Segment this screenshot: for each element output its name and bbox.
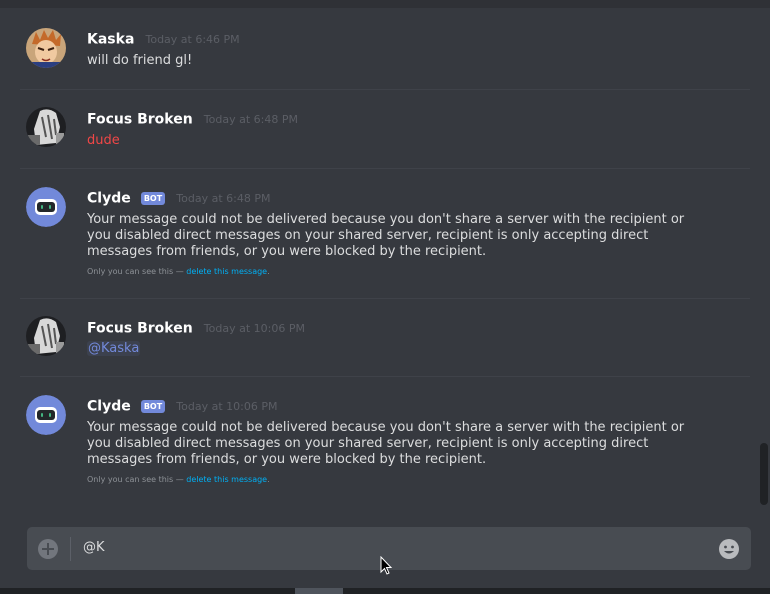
avatar[interactable] bbox=[26, 107, 66, 147]
clyde-avatar-icon bbox=[26, 395, 66, 435]
top-strip bbox=[0, 0, 770, 8]
message-group: Clyde BOT Today at 10:06 PM Your message… bbox=[20, 376, 750, 507]
message-text: @Kaska bbox=[87, 341, 707, 357]
ephemeral-period: . bbox=[267, 475, 270, 484]
ephemeral-label: Only you can see this — bbox=[87, 267, 187, 276]
avatar[interactable] bbox=[26, 28, 66, 68]
message-text: dude bbox=[87, 133, 120, 148]
message-group: Focus Broken Today at 10:06 PM @Kaska bbox=[20, 298, 750, 377]
username[interactable]: Clyde bbox=[87, 399, 131, 415]
clyde-avatar-icon bbox=[26, 187, 66, 227]
timestamp: Today at 6:48 PM bbox=[203, 113, 298, 126]
delete-message-link[interactable]: delete this message bbox=[186, 267, 267, 276]
username[interactable]: Clyde bbox=[87, 191, 131, 207]
scrollbar-thumb[interactable] bbox=[760, 443, 768, 505]
bot-tag: BOT bbox=[140, 192, 166, 205]
message-header: Focus Broken Today at 6:48 PM bbox=[87, 109, 298, 129]
horizontal-scrollbar[interactable] bbox=[0, 588, 770, 594]
message-header: Clyde BOT Today at 10:06 PM bbox=[87, 396, 277, 416]
scrollbar[interactable] bbox=[760, 0, 768, 510]
horizontal-scrollbar-thumb[interactable] bbox=[295, 588, 343, 594]
plus-circle-icon[interactable] bbox=[38, 539, 58, 559]
smiley-icon[interactable] bbox=[718, 538, 740, 560]
message-body: Your message could not be delivered beca… bbox=[87, 212, 707, 278]
timestamp: Today at 10:06 PM bbox=[176, 400, 278, 413]
bot-tag: BOT bbox=[140, 400, 166, 413]
chat-window: Kaska Today at 6:46 PM will do friend gl… bbox=[0, 0, 770, 594]
timestamp: Today at 6:46 PM bbox=[145, 33, 240, 46]
timestamp: Today at 6:48 PM bbox=[176, 192, 271, 205]
username[interactable]: Focus Broken bbox=[87, 112, 193, 128]
message-input[interactable]: @K bbox=[83, 540, 105, 556]
delete-message-link[interactable]: delete this message bbox=[186, 475, 267, 484]
message-group: Focus Broken Today at 6:48 PM dude bbox=[20, 89, 750, 169]
ephemeral-period: . bbox=[267, 267, 270, 276]
ephemeral-note: Only you can see this — delete this mess… bbox=[87, 266, 707, 278]
message-text: Your message could not be delivered beca… bbox=[87, 420, 685, 467]
avatar[interactable] bbox=[26, 395, 66, 435]
timestamp: Today at 10:06 PM bbox=[203, 322, 305, 335]
message-list: Kaska Today at 6:46 PM will do friend gl… bbox=[0, 0, 770, 510]
ephemeral-label: Only you can see this — bbox=[87, 475, 187, 484]
ephemeral-note: Only you can see this — delete this mess… bbox=[87, 474, 707, 486]
message-body: Your message could not be delivered beca… bbox=[87, 420, 707, 486]
message-text: Your message could not be delivered beca… bbox=[87, 212, 685, 259]
message-text: will do friend gl! bbox=[87, 53, 193, 68]
message-header: Focus Broken Today at 10:06 PM bbox=[87, 318, 305, 338]
message-group: Clyde BOT Today at 6:48 PM Your message … bbox=[20, 168, 750, 299]
avatar[interactable] bbox=[26, 316, 66, 356]
message-header: Kaska Today at 6:46 PM bbox=[87, 29, 240, 49]
message-group: Kaska Today at 6:46 PM will do friend gl… bbox=[20, 10, 750, 88]
message-header: Clyde BOT Today at 6:48 PM bbox=[87, 188, 270, 208]
avatar[interactable] bbox=[26, 187, 66, 227]
user-mention[interactable]: @Kaska bbox=[87, 341, 141, 356]
divider bbox=[70, 537, 71, 561]
username[interactable]: Focus Broken bbox=[87, 321, 193, 337]
mouse-cursor-icon bbox=[380, 556, 393, 575]
username[interactable]: Kaska bbox=[87, 32, 134, 48]
